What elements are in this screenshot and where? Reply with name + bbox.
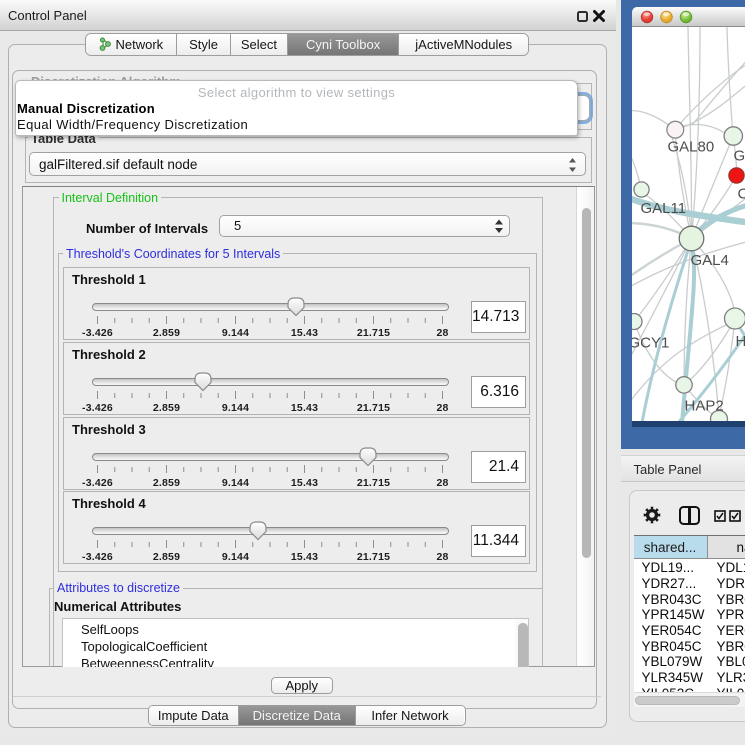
svg-text:GAL80: GAL80 (668, 138, 715, 155)
svg-text:GAL4: GAL4 (691, 252, 729, 269)
svg-text:GAL11: GAL11 (641, 200, 687, 217)
svg-text:HAP2: HAP2 (685, 397, 724, 414)
svg-text:C: C (738, 185, 745, 202)
svg-text:H: H (736, 333, 745, 350)
svg-text:GA: GA (734, 147, 745, 164)
svg-text:GCY1: GCY1 (632, 334, 669, 351)
